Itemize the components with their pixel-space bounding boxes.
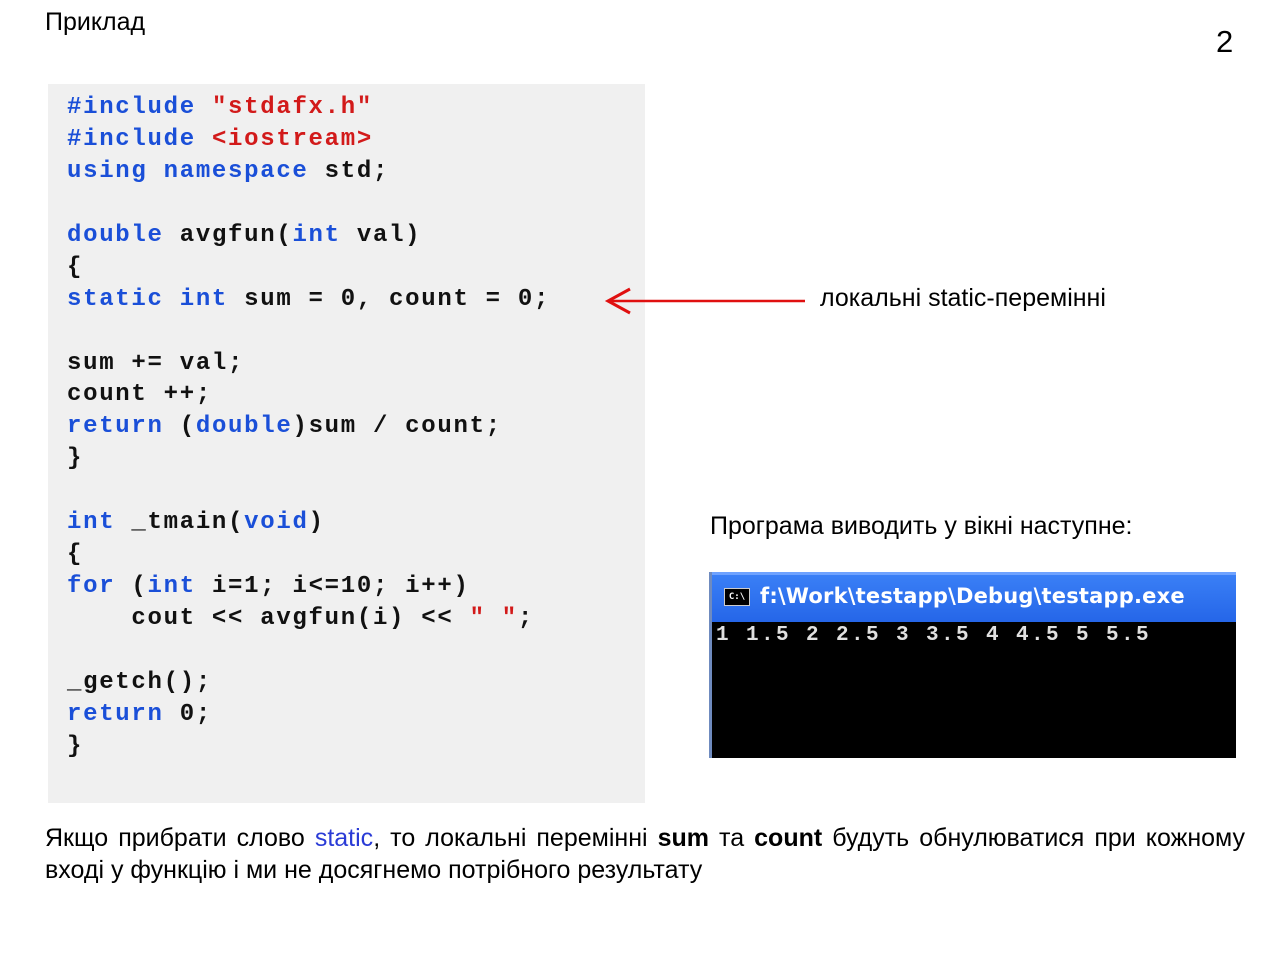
code-line-include-iostream: #include <iostream>: [67, 126, 373, 158]
code-keyword: static int: [67, 286, 229, 313]
footer-bold-count: count: [754, 824, 823, 852]
page-number: 2: [1216, 24, 1234, 59]
code-line-sum-add: sum += val;: [67, 350, 245, 377]
code-line-static-vars: static int sum = 0, count = 0;: [67, 286, 550, 318]
code-line-cout: cout << avgfun(i) << " ";: [67, 605, 534, 637]
footer-bold-sum: sum: [657, 824, 709, 852]
code-keyword: int: [292, 222, 341, 249]
code-keyword: int: [147, 573, 196, 600]
code-keyword: double: [195, 413, 293, 440]
code-text: avgfun(: [179, 222, 293, 249]
code-keyword: return: [67, 701, 164, 728]
code-text: i=1; i<=10; i++): [211, 573, 470, 600]
footer-text: та: [719, 824, 745, 852]
slide-title: Приклад: [45, 8, 146, 36]
code-string: "stdafx.h": [211, 94, 373, 121]
code-keyword: #include: [67, 94, 196, 121]
code-line-main-open-brace: {: [67, 541, 84, 568]
code-line-include-stdafx: #include "stdafx.h": [67, 94, 373, 126]
code-keyword: using namespace: [67, 158, 309, 185]
code-text: sum = 0, count = 0;: [244, 286, 551, 313]
console-app-icon: C:\: [724, 588, 750, 606]
code-line-getch: _getch();: [67, 669, 212, 696]
code-keyword: return: [67, 413, 164, 440]
code-line-count-inc: count ++;: [67, 381, 212, 408]
code-text: )sum / count;: [292, 413, 502, 440]
console-window: C:\ f:\Work\testapp\Debug\testapp.exe 1 …: [709, 572, 1236, 758]
code-text: val): [356, 222, 422, 249]
code-string: " ": [469, 605, 518, 632]
footer-text: , то локальні перемінні: [373, 824, 648, 852]
footer-explanation: Якщо прибрати слово static, то локальні …: [45, 822, 1245, 886]
code-text: ): [308, 509, 325, 536]
arrow-icon: [604, 287, 805, 315]
console-title: f:\Work\testapp\Debug\testapp.exe: [760, 584, 1185, 608]
code-keyword: double: [67, 222, 164, 249]
footer-text: Якщо прибрати слово: [45, 824, 305, 852]
code-text: _tmain(: [131, 509, 245, 536]
code-line-open-brace: {: [67, 254, 84, 281]
code-text: 0;: [179, 701, 212, 728]
code-line-using-namespace: using namespace std;: [67, 158, 389, 190]
static-annotation: локальні static-перемінні: [820, 284, 1106, 312]
code-line-close-brace: }: [67, 445, 84, 472]
code-line-return-zero: return 0;: [67, 701, 212, 733]
code-keyword: for: [67, 573, 116, 600]
footer-keyword-static: static: [314, 824, 374, 852]
code-line-main-close-brace: }: [67, 733, 84, 760]
code-text: cout << avgfun(i) <<: [67, 605, 454, 632]
console-titlebar: C:\ f:\Work\testapp\Debug\testapp.exe: [712, 572, 1236, 622]
code-keyword: void: [244, 509, 309, 536]
code-line-function-signature: double avgfun(int val): [67, 222, 421, 254]
code-text: (: [179, 413, 196, 440]
code-keyword: #include: [67, 126, 196, 153]
output-caption: Програма виводить у вікні наступне:: [710, 512, 1133, 540]
code-line-main-signature: int _tmain(void): [67, 509, 325, 541]
code-text: ;: [517, 605, 534, 632]
code-text: (: [131, 573, 148, 600]
code-line-return-avg: return (double)sum / count;: [67, 413, 502, 445]
code-string: <iostream>: [211, 126, 373, 153]
code-keyword: int: [67, 509, 116, 536]
code-text: std;: [324, 158, 390, 185]
code-line-for-loop: for (int i=1; i<=10; i++): [67, 573, 470, 605]
console-output: 1 1.5 2 2.5 3 3.5 4 4.5 5 5.5: [716, 624, 1152, 647]
